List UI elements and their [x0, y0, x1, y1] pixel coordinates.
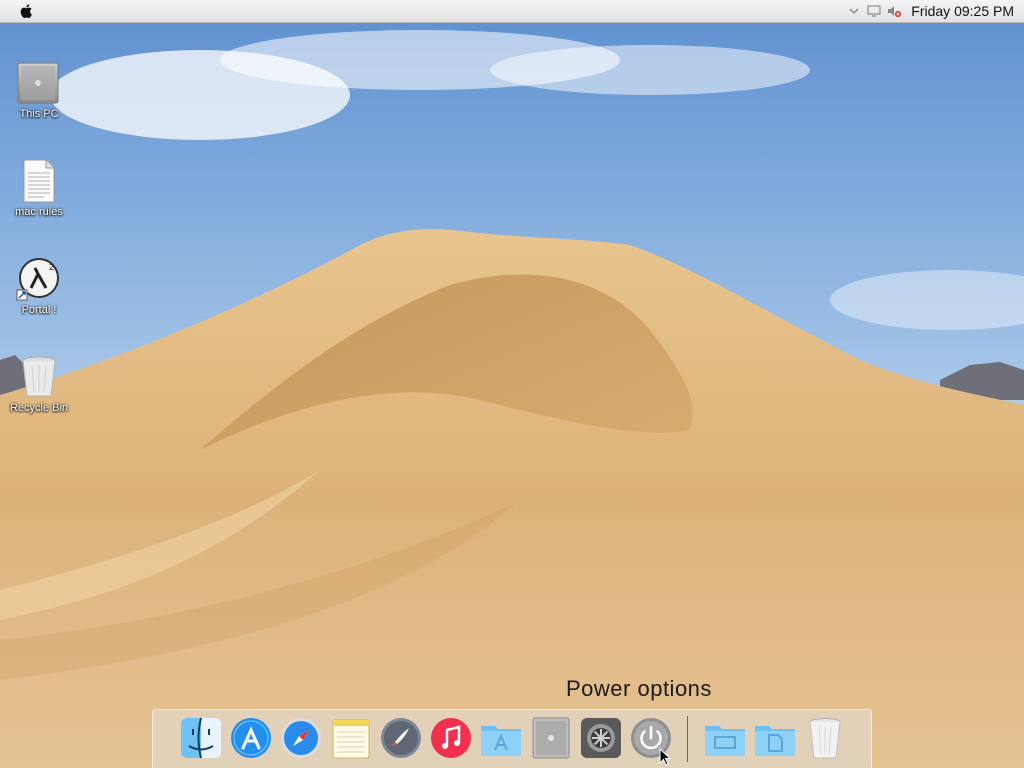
- desktop-icon-label: Recycle Bin: [9, 402, 69, 414]
- menu-bar: Friday 09:25 PM: [0, 0, 1024, 23]
- safari-icon[interactable]: [279, 716, 323, 760]
- desktop-icon-label: mac rules: [15, 206, 63, 218]
- computer-icon: [17, 62, 59, 104]
- notes-icon[interactable]: [329, 716, 373, 760]
- desktop-wallpaper: [0, 0, 1024, 768]
- apple-logo-icon[interactable]: [18, 2, 36, 20]
- half-life-shortcut-icon: 2: [16, 258, 59, 301]
- desktop-icon-label: Portal !: [21, 304, 57, 316]
- dock-separator: [687, 716, 688, 762]
- music-icon[interactable]: [429, 716, 473, 760]
- monitor-icon[interactable]: [867, 4, 881, 18]
- rocket-icon[interactable]: [379, 716, 423, 760]
- desktop-icon-mac-rules[interactable]: mac rules: [4, 158, 74, 218]
- desktop-icon-recycle-bin[interactable]: Recycle Bin: [4, 354, 74, 414]
- clock[interactable]: Friday 09:25 PM: [911, 3, 1014, 19]
- finder-icon[interactable]: [179, 716, 223, 760]
- computer-icon[interactable]: [529, 716, 573, 760]
- mouse-cursor-icon: [659, 748, 671, 766]
- dock-tooltip: Power options: [566, 676, 712, 701]
- svg-text:2: 2: [49, 262, 54, 272]
- documents-folder-icon[interactable]: [753, 716, 797, 760]
- applications-folder-icon[interactable]: [479, 716, 523, 760]
- desktop-icon-portal[interactable]: 2 Portal !: [4, 256, 74, 316]
- desktop-icon-label: This PC: [19, 108, 59, 120]
- chevron-down-icon[interactable]: [847, 4, 861, 18]
- volume-muted-icon[interactable]: [887, 4, 902, 18]
- trash-icon[interactable]: [803, 716, 847, 760]
- gear-icon[interactable]: [579, 716, 623, 760]
- system-tray: Friday 09:25 PM: [847, 0, 1014, 22]
- desktop-folder-icon[interactable]: [703, 716, 747, 760]
- app-store-icon[interactable]: [229, 716, 273, 760]
- desktop-icon-this-pc[interactable]: This PC: [4, 60, 74, 120]
- dock: [152, 709, 872, 768]
- trash-icon: [22, 356, 56, 397]
- text-file-icon: [23, 159, 55, 203]
